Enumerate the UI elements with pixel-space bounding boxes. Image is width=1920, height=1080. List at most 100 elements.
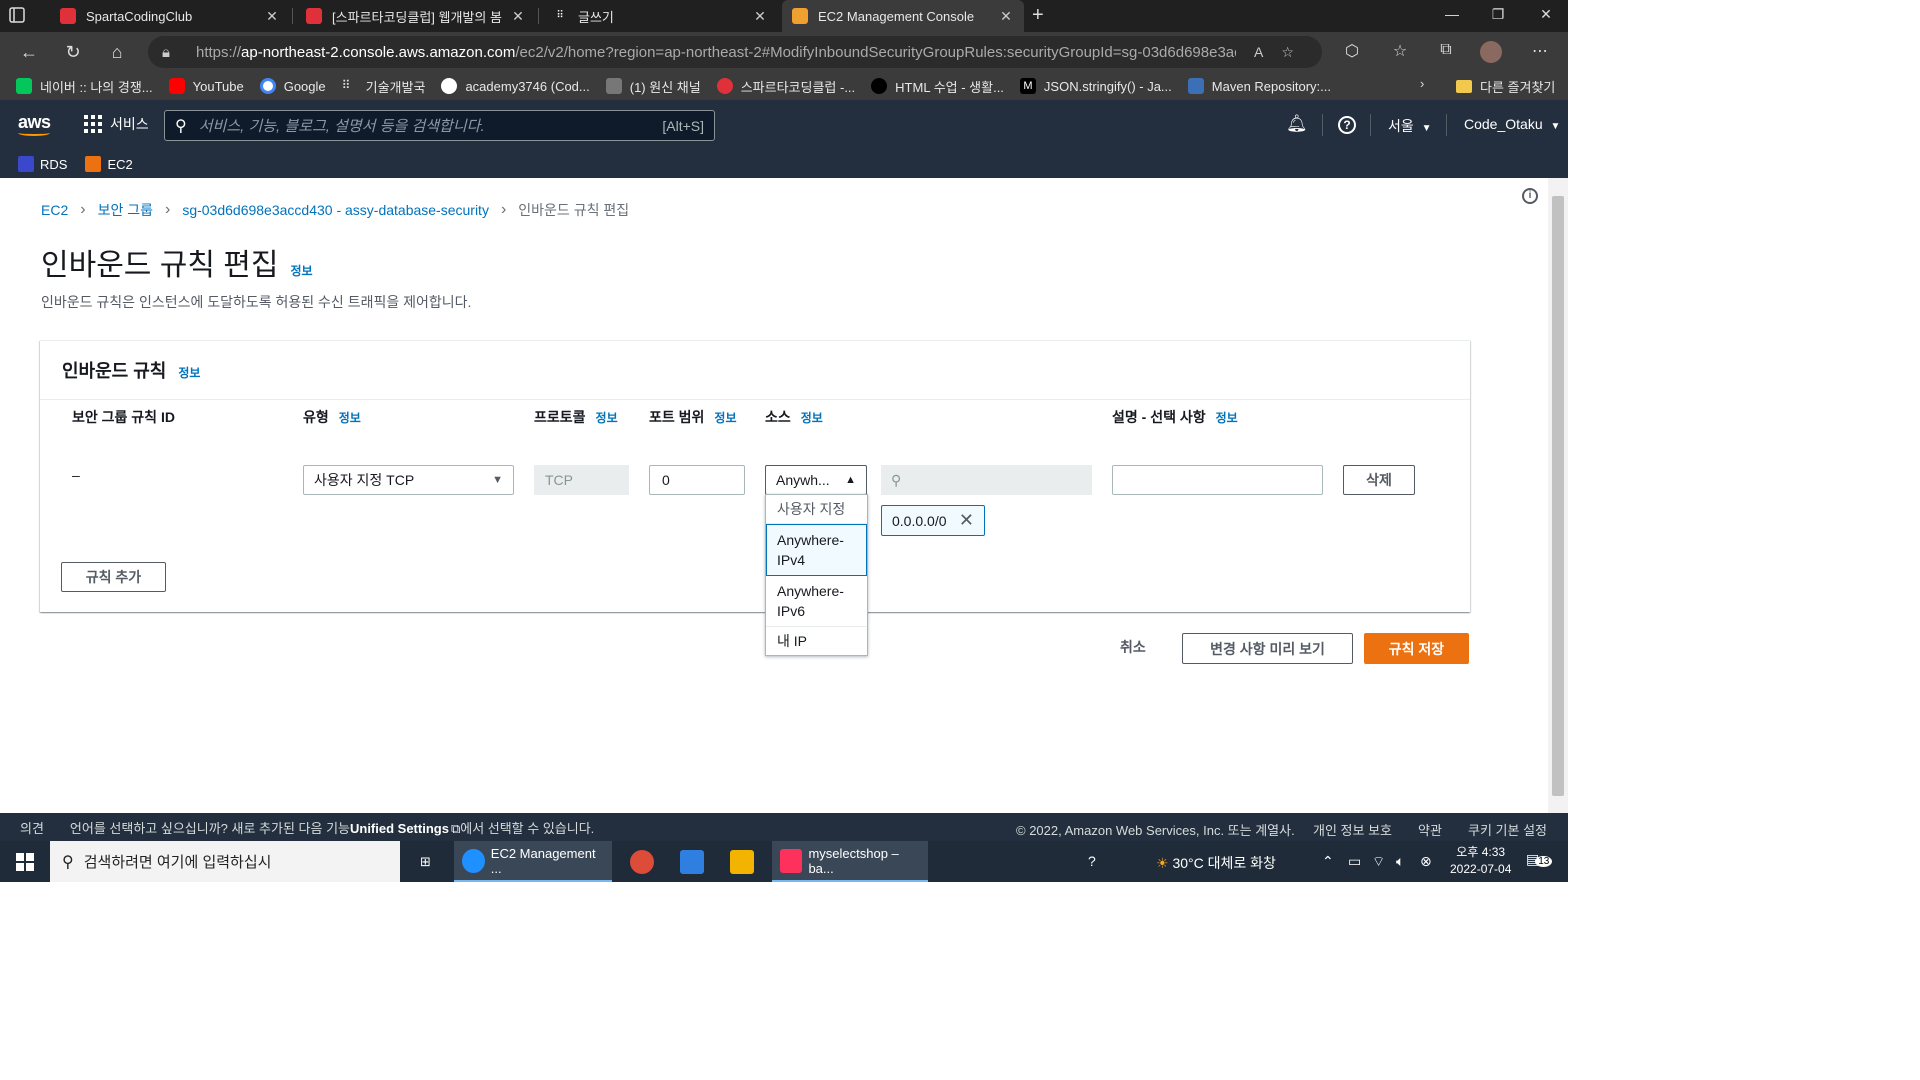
favorites-icon[interactable]: ☆ [1388,41,1412,63]
tab-title: 글쓰기 [578,9,614,25]
browser-tab-bar: SpartaCodingClub ✕ [스파르타코딩클럽] 웹개발의 봄 ✕ ⠿… [0,0,1568,32]
browser-tab-2[interactable]: [스파르타코딩클럽] 웹개발의 봄 ✕ [296,0,536,32]
bookmark-item[interactable]: M JSON.stringify() - Ja... [1019,78,1172,94]
mute-icon[interactable]: ⊗ [1420,853,1432,870]
restore-icon[interactable]: ❐ [1488,6,1508,23]
collections-icon[interactable]: ⧉ [1434,41,1458,63]
other-bookmarks[interactable]: 다른 즐겨찾기 [1456,77,1555,96]
bookmark-item[interactable]: 네이버 :: 나의 경쟁... [16,77,153,96]
scrollbar[interactable] [1548,178,1568,813]
remove-token-icon[interactable]: ✕ [959,510,974,531]
col-desc-info-link[interactable]: 정보 [1216,411,1238,425]
taskbar-app-mail[interactable] [672,841,718,882]
tab-close-icon[interactable]: ✕ [264,8,280,25]
port-range-input[interactable]: 0 [649,465,745,495]
col-protocol-info-link[interactable]: 정보 [596,411,618,425]
privacy-link[interactable]: 개인 정보 보호 [1313,820,1392,839]
panel-info-link[interactable]: 정보 [178,364,200,381]
reload-icon[interactable]: ↻ [62,41,84,63]
region-selector[interactable]: 서울 ▼ [1388,116,1432,136]
tray-chevron-icon[interactable]: ⌃ [1322,853,1334,870]
terms-link[interactable]: 약관 [1418,820,1442,839]
profile-avatar[interactable] [1480,41,1502,63]
account-menu[interactable]: Code_Otaku ▼ [1464,116,1560,132]
unified-settings-link[interactable]: Unified Settings [350,821,449,836]
bookmark-item[interactable]: academy3746 (Cod... [441,78,590,94]
bookmark-item[interactable]: YouTube [168,78,244,94]
wifi-icon[interactable]: ⌔ [1372,853,1385,871]
col-port-label: 포트 범위 [649,409,705,425]
add-rule-button[interactable]: 규칙 추가 [61,562,166,592]
bookmark-item[interactable]: Maven Repository:... [1187,78,1331,94]
tab-actions-icon[interactable] [8,6,42,26]
dropdown-option-anywhere-ipv4[interactable]: Anywhere-IPv4 [766,524,867,576]
browser-tab-1[interactable]: SpartaCodingClub ✕ [50,0,290,32]
bookmark-item[interactable]: HTML 수업 - 생활... [871,77,1004,96]
windows-start-icon[interactable] [16,853,34,871]
favorite-ec2[interactable]: EC2 [85,156,133,172]
cidr-search-input[interactable]: ⚲ [881,465,1092,495]
col-port-info-link[interactable]: 정보 [714,411,736,425]
scrollbar-thumb[interactable] [1552,196,1564,796]
bookmark-item[interactable]: Google [259,78,326,94]
taskbar-app-intellij[interactable]: myselectshop – ba... [772,841,928,882]
description-input[interactable] [1112,465,1323,495]
dropdown-option-custom[interactable]: 사용자 지정 [766,495,867,524]
read-aloud-icon[interactable]: A [1254,44,1263,60]
taskbar-app-explorer[interactable] [722,841,768,882]
device-icon[interactable]: ▭ [1348,853,1361,870]
aws-search-input[interactable]: ⚲ 서비스, 기능, 블로그, 설명서 등을 검색합니다. [Alt+S] [164,110,715,141]
feedback-link[interactable]: 의견 [20,818,44,837]
bookmark-item[interactable]: (1) 원신 채널 [605,77,701,96]
tab-close-icon[interactable]: ✕ [752,8,768,25]
dropdown-option-anywhere-ipv6[interactable]: Anywhere-IPv6 [766,576,867,627]
taskbar-clock[interactable]: 오후 4:33 2022-07-04 [1450,844,1511,878]
url-input[interactable]: 🔒︎ https://ap-northeast-2.console.aws.am… [148,36,1322,68]
task-view-icon[interactable]: ⊞ [412,841,439,882]
taskbar-search-input[interactable]: ⚲ 검색하려면 여기에 입력하십시 [50,841,400,882]
preview-changes-button[interactable]: 변경 사항 미리 보기 [1182,633,1353,664]
source-select[interactable]: Anywh... ▲ [765,465,867,495]
col-type-info-link[interactable]: 정보 [339,411,361,425]
col-description: 설명 - 선택 사항 정보 [1112,407,1238,428]
cancel-button[interactable]: 취소 [1120,637,1146,657]
bell-icon[interactable]: 🔔︎ [1286,114,1308,134]
window-close-icon[interactable]: ✕ [1536,6,1556,23]
cookie-prefs-link[interactable]: 쿠키 기본 설정 [1468,820,1547,839]
volume-icon[interactable]: 🔈︎ [1396,853,1404,870]
home-icon[interactable]: ⌂ [106,41,128,63]
back-icon[interactable]: ← [18,41,40,63]
services-menu[interactable]: 서비스 [84,114,149,134]
help-icon[interactable]: ? [1338,116,1356,134]
tab-close-icon[interactable]: ✕ [510,8,526,25]
bookmarks-more-icon[interactable]: › [1420,76,1424,91]
browser-tab-active[interactable]: EC2 Management Console ✕ [782,0,1024,32]
taskbar-app-edge[interactable]: EC2 Management ... [454,841,612,882]
info-panel-icon[interactable]: i [1522,188,1538,204]
browser-tab-3[interactable]: ⠿ 글쓰기 ✕ [542,0,778,32]
col-source-label: 소스 [765,409,791,425]
weather-widget[interactable]: ☀ 30°C 대체로 화창 [1156,853,1276,873]
minimize-icon[interactable]: — [1442,6,1462,22]
bookmark-item[interactable]: ⠿ 기술개발국 [342,77,426,96]
breadcrumb-security-groups[interactable]: 보안 그룹 [98,200,153,220]
dropdown-option-my-ip[interactable]: 내 IP [766,627,867,655]
favorite-rds[interactable]: RDS [18,156,67,172]
more-menu-icon[interactable]: ⋯ [1528,41,1552,63]
type-select[interactable]: 사용자 지정 TCP ▼ [303,465,514,495]
tab-close-icon[interactable]: ✕ [998,8,1014,25]
extensions-icon[interactable]: ⬡ [1340,41,1364,63]
aws-logo[interactable]: aws [18,112,51,136]
delete-rule-button[interactable]: 삭제 [1343,465,1415,495]
bookmark-item[interactable]: 스파르타코딩클럽 -... [716,77,855,96]
help-tray-icon[interactable]: ? [1088,853,1096,869]
notification-center[interactable]: ▤13 [1526,851,1553,868]
new-tab-icon[interactable]: + [1032,4,1044,27]
page-info-link[interactable]: 정보 [290,262,312,279]
col-source-info-link[interactable]: 정보 [801,411,823,425]
breadcrumb-ec2[interactable]: EC2 [41,202,68,218]
taskbar-app-chrome[interactable] [622,841,668,882]
save-rules-button[interactable]: 규칙 저장 [1364,633,1469,664]
breadcrumb-security-group[interactable]: sg-03d6d698e3accd430 - assy-database-sec… [182,202,489,218]
add-favorite-icon[interactable]: ☆ [1281,44,1294,61]
